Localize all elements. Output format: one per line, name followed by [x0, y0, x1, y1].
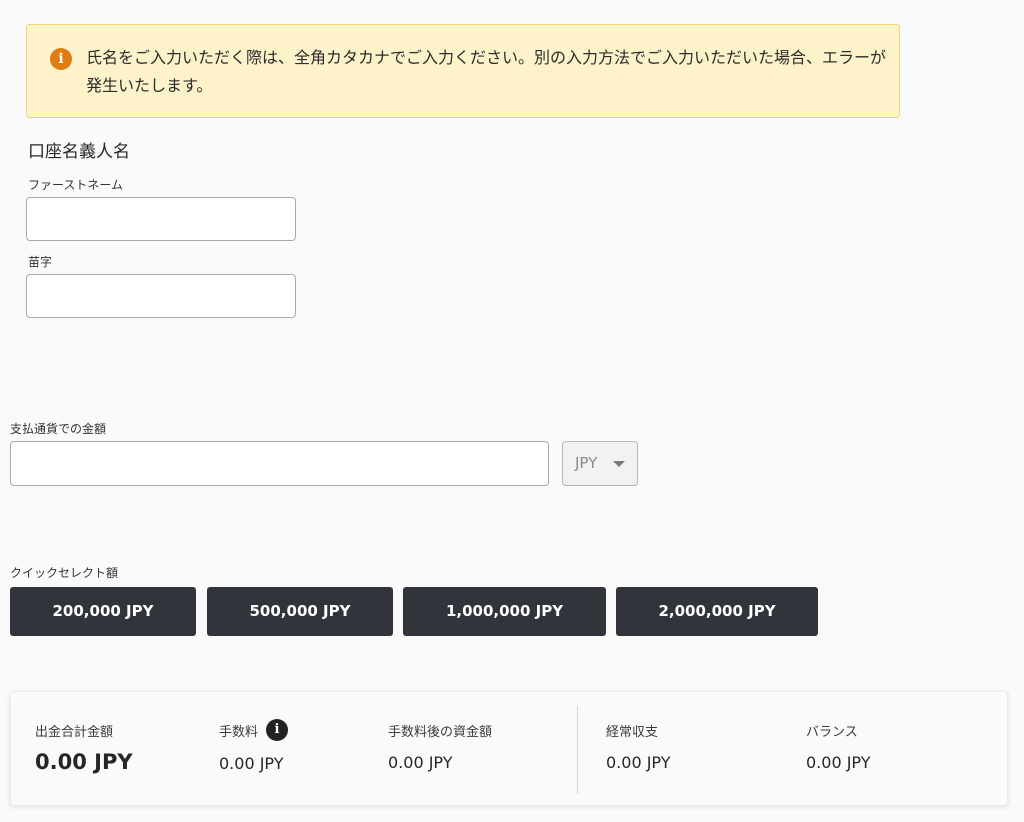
- total-withdrawal-label: 出金合計金額: [35, 725, 114, 740]
- account-holder-name-title: 口座名義人名: [28, 142, 130, 162]
- quick-select-200000-button[interactable]: 200,000 JPY: [10, 587, 196, 636]
- first-name-input[interactable]: [26, 197, 296, 241]
- current-account-label: 経常収支: [606, 725, 659, 740]
- amount-input[interactable]: [10, 441, 549, 486]
- quick-select-2000000-button[interactable]: 2,000,000 JPY: [616, 587, 818, 636]
- quick-select-500000-button[interactable]: 500,000 JPY: [207, 587, 393, 636]
- quick-select-label: クイックセレクト額: [10, 566, 119, 580]
- balance-label: バランス: [806, 725, 858, 740]
- current-account-value: 0.00 JPY: [606, 753, 671, 772]
- fee-label: 手数料: [219, 725, 259, 740]
- balance-value: 0.00 JPY: [806, 753, 871, 772]
- first-name-label: ファーストネーム: [28, 178, 124, 192]
- after-fee-label: 手数料後の資金額: [388, 725, 493, 740]
- currency-value: JPY: [575, 454, 598, 472]
- summary-card: 出金合計金額 0.00 JPY 手数料 i 0.00 JPY 手数料後の資金額 …: [10, 691, 1008, 806]
- fee-value: 0.00 JPY: [219, 754, 284, 773]
- notice-text: 氏名をご入力いただく際は、全角カタカナでご入力ください。別の入力方法でご入力いた…: [86, 48, 887, 95]
- last-name-label: 苗字: [28, 255, 53, 269]
- katakana-notice-banner: i 氏名をご入力いただく際は、全角カタカナでご入力ください。別の入力方法でご入力…: [26, 24, 900, 118]
- fee-info-icon[interactable]: i: [266, 719, 288, 741]
- amount-label: 支払通貨での金額: [10, 422, 107, 436]
- caret-down-icon: [613, 461, 625, 467]
- after-fee-value: 0.00 JPY: [388, 753, 453, 772]
- withdrawal-form-page: i 氏名をご入力いただく際は、全角カタカナでご入力ください。別の入力方法でご入力…: [0, 0, 1024, 822]
- total-withdrawal-value: 0.00 JPY: [35, 750, 133, 774]
- info-icon: i: [50, 48, 72, 70]
- summary-divider: [577, 706, 578, 794]
- currency-select[interactable]: JPY: [562, 441, 638, 486]
- quick-select-1000000-button[interactable]: 1,000,000 JPY: [403, 587, 606, 636]
- last-name-input[interactable]: [26, 274, 296, 318]
